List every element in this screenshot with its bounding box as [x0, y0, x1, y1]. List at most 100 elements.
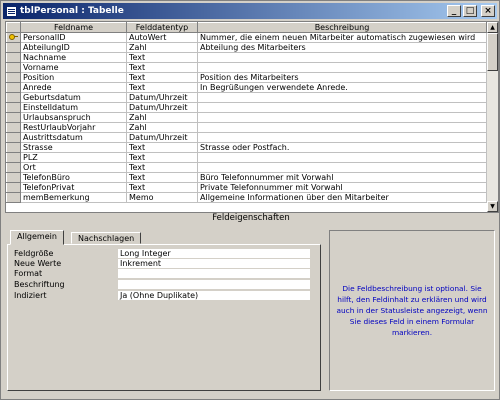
field-description-cell[interactable]: Position des Mitarbeiters — [197, 72, 487, 83]
field-description-cell[interactable] — [197, 62, 487, 73]
maximize-button[interactable]: □ — [463, 5, 477, 17]
row-selector[interactable] — [6, 72, 21, 83]
field-type-cell[interactable]: Text — [126, 162, 198, 173]
property-value-field[interactable]: Long Integer — [118, 249, 310, 258]
property-value-field[interactable]: Ja (Ohne Duplikate) — [118, 291, 310, 300]
table-row[interactable]: Ort Text — [6, 162, 487, 173]
column-header-felddatentyp[interactable]: Felddatentyp — [126, 22, 198, 33]
field-name-cell[interactable]: Nachname — [20, 52, 127, 63]
field-name-cell[interactable]: Urlaubsanspruch — [20, 112, 127, 123]
row-selector[interactable] — [6, 32, 21, 43]
scroll-up-button[interactable]: ▲ — [487, 22, 498, 33]
field-description-cell[interactable]: Allgemeine Informationen über den Mitarb… — [197, 192, 487, 203]
field-description-cell[interactable]: Private Telefonnummer mit Vorwahl — [197, 182, 487, 193]
table-row[interactable]: RestUrlaubVorjahr Zahl — [6, 122, 487, 133]
scroll-down-button[interactable]: ▼ — [487, 201, 498, 212]
field-description-cell[interactable] — [197, 122, 487, 133]
field-type-cell[interactable]: Text — [126, 72, 198, 83]
row-selector[interactable] — [6, 162, 21, 173]
field-name-cell[interactable]: memBemerkung — [20, 192, 127, 203]
minimize-button[interactable]: _ — [447, 5, 461, 17]
field-name-cell[interactable]: Anrede — [20, 82, 127, 93]
field-description-cell[interactable]: Abteilung des Mitarbeiters — [197, 42, 487, 53]
field-description-cell[interactable] — [197, 112, 487, 123]
table-row[interactable]: AbteilungID Zahl Abteilung des Mitarbeiter… — [6, 42, 487, 53]
table-row[interactable]: memBemerkung Memo Allgemeine Informationen… — [6, 192, 487, 203]
field-type-cell[interactable]: Text — [126, 52, 198, 63]
field-description-cell[interactable]: Büro Telefonnummer mit Vorwahl — [197, 172, 487, 183]
field-type-cell[interactable]: Text — [126, 172, 198, 183]
table-row[interactable]: PLZ Text — [6, 152, 487, 163]
field-name-cell[interactable]: Position — [20, 72, 127, 83]
row-selector[interactable] — [6, 42, 21, 53]
property-value-field[interactable] — [118, 280, 310, 289]
field-name-cell[interactable]: AbteilungID — [20, 42, 127, 53]
field-type-cell[interactable]: Text — [126, 142, 198, 153]
field-name-cell[interactable]: Vorname — [20, 62, 127, 73]
title-bar[interactable]: tblPersonal : Tabelle _ □ × — [3, 3, 497, 19]
table-row[interactable]: PersonalID AutoWert Nummer, die einem neue… — [6, 32, 487, 43]
table-row[interactable]: Vorname Text — [6, 62, 487, 73]
table-row[interactable]: TelefonPrivat Text Private Telefonnummer m… — [6, 182, 487, 193]
tab-allgemein[interactable]: Allgemein — [10, 230, 64, 245]
row-selector[interactable] — [6, 182, 21, 193]
row-selector[interactable] — [6, 52, 21, 63]
column-header-feldname[interactable]: Feldname — [20, 22, 127, 33]
row-selector[interactable] — [6, 62, 21, 73]
field-description-cell[interactable] — [197, 152, 487, 163]
field-name-cell[interactable]: Austrittsdatum — [20, 132, 127, 143]
property-value-field[interactable]: Inkrement — [118, 259, 310, 268]
row-selector[interactable] — [6, 82, 21, 93]
field-description-cell[interactable]: Strasse oder Postfach. — [197, 142, 487, 153]
field-type-cell[interactable]: Zahl — [126, 112, 198, 123]
field-name-cell[interactable]: PLZ — [20, 152, 127, 163]
row-selector[interactable] — [6, 152, 21, 163]
row-selector[interactable] — [6, 142, 21, 153]
field-name-cell[interactable]: TelefonBüro — [20, 172, 127, 183]
field-description-cell[interactable] — [197, 102, 487, 113]
table-row[interactable]: Geburtsdatum Datum/Uhrzeit — [6, 92, 487, 103]
field-type-cell[interactable]: Datum/Uhrzeit — [126, 92, 198, 103]
table-row[interactable]: Nachname Text — [6, 52, 487, 63]
field-type-cell[interactable]: Text — [126, 82, 198, 93]
field-type-cell[interactable]: Memo — [126, 192, 198, 203]
field-description-cell[interactable]: Nummer, die einem neuen Mitarbeiter auto… — [197, 32, 487, 43]
field-type-cell[interactable]: Text — [126, 152, 198, 163]
table-row[interactable]: Urlaubsanspruch Zahl — [6, 112, 487, 123]
field-description-cell[interactable] — [197, 162, 487, 173]
field-type-cell[interactable]: Text — [126, 182, 198, 193]
row-selector[interactable] — [6, 192, 21, 203]
field-type-cell[interactable]: Datum/Uhrzeit — [126, 102, 198, 113]
field-name-cell[interactable]: Strasse — [20, 142, 127, 153]
row-selector[interactable] — [6, 122, 21, 133]
field-type-cell[interactable]: AutoWert — [126, 32, 198, 43]
column-header-beschreibung[interactable]: Beschreibung — [197, 22, 487, 33]
close-button[interactable]: × — [481, 5, 495, 17]
field-name-cell[interactable]: RestUrlaubVorjahr — [20, 122, 127, 133]
field-name-cell[interactable]: PersonalID — [20, 32, 127, 43]
field-type-cell[interactable]: Zahl — [126, 122, 198, 133]
field-name-cell[interactable]: Ort — [20, 162, 127, 173]
table-row[interactable]: Position Text Position des Mitarbeiters — [6, 72, 487, 83]
tab-nachschlagen[interactable]: Nachschlagen — [71, 232, 142, 244]
field-description-cell[interactable] — [197, 52, 487, 63]
field-type-cell[interactable]: Text — [126, 62, 198, 73]
scroll-thumb[interactable] — [487, 33, 498, 71]
field-description-cell[interactable] — [197, 132, 487, 143]
field-description-cell[interactable]: In Begrüßungen verwendete Anrede. — [197, 82, 487, 93]
field-name-cell[interactable]: Einstelldatum — [20, 102, 127, 113]
table-row[interactable]: Austrittsdatum Datum/Uhrzeit — [6, 132, 487, 143]
table-row[interactable]: Strasse Text Strasse oder Postfach. — [6, 142, 487, 153]
row-selector[interactable] — [6, 172, 21, 183]
table-row[interactable]: Anrede Text In Begrüßungen verwendete Anre… — [6, 82, 487, 93]
field-name-cell[interactable]: TelefonPrivat — [20, 182, 127, 193]
row-selector[interactable] — [6, 102, 21, 113]
vertical-scrollbar[interactable]: ▲ ▼ — [487, 22, 498, 212]
field-name-cell[interactable]: Geburtsdatum — [20, 92, 127, 103]
field-description-cell[interactable] — [197, 92, 487, 103]
property-value-field[interactable] — [118, 269, 310, 278]
table-row[interactable]: Einstelldatum Datum/Uhrzeit — [6, 102, 487, 113]
field-type-cell[interactable]: Zahl — [126, 42, 198, 53]
field-type-cell[interactable]: Datum/Uhrzeit — [126, 132, 198, 143]
row-selector[interactable] — [6, 112, 21, 123]
